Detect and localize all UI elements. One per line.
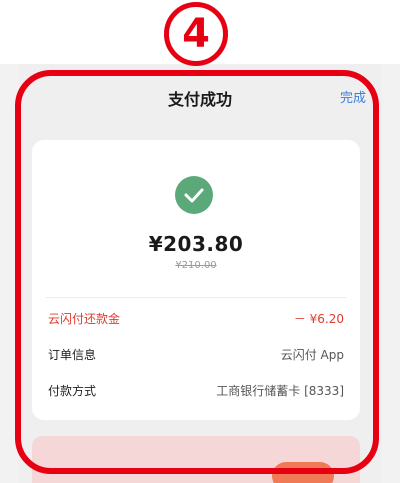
discount-row: 云闪付还款金 － ¥6.20 — [48, 310, 344, 328]
order-info-value: 云闪付 App — [280, 348, 344, 362]
page-title: 支付成功 — [167, 90, 232, 109]
paid-amount: ¥203.80 — [148, 232, 244, 256]
divider — [46, 297, 346, 298]
done-button[interactable]: 完成 — [340, 87, 366, 106]
step-number: 4 — [182, 11, 210, 57]
payment-result-card: ¥203.80 ¥210.00 云闪付还款金 － ¥6.20 订单信息 云闪付 … — [32, 140, 360, 420]
check-circle-icon — [175, 176, 213, 214]
promo-graphic — [272, 462, 334, 483]
payment-success-screen: 支付成功 完成 ¥203.80 ¥210.00 云闪付还款金 － ¥6.20 订… — [18, 64, 382, 483]
payment-method-row: 付款方式 工商银行储蓄卡 [8333] — [48, 382, 344, 400]
discount-value: － ¥6.20 — [293, 312, 344, 326]
discount-label: 云闪付还款金 — [48, 312, 121, 326]
payment-method-label: 付款方式 — [48, 384, 97, 398]
promo-banner[interactable] — [32, 436, 360, 483]
original-amount: ¥210.00 — [175, 260, 217, 271]
order-info-label: 订单信息 — [48, 348, 97, 362]
order-info-row[interactable]: 订单信息 云闪付 App — [48, 346, 344, 364]
payment-method-value: 工商银行储蓄卡 [8333] — [216, 384, 344, 398]
step-number-badge: 4 — [164, 2, 228, 66]
